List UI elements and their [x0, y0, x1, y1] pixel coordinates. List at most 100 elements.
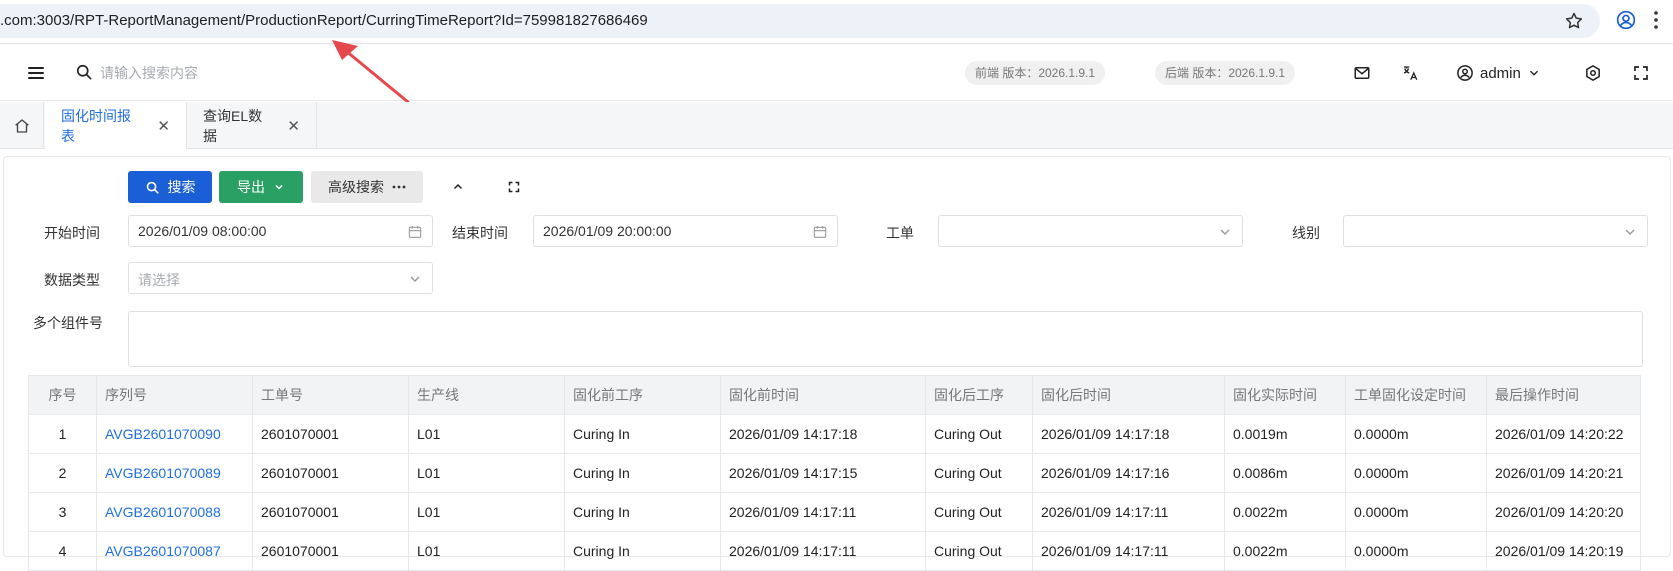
username: admin: [1480, 64, 1521, 82]
start-time-value: 2026/01/09 08:00:00: [138, 223, 267, 239]
fullscreen-icon[interactable]: [1629, 61, 1653, 85]
close-icon[interactable]: ✕: [157, 117, 170, 135]
chevron-down-icon: [275, 184, 283, 190]
table-cell: 2026/01/09 14:17:15: [720, 453, 926, 493]
table-cell: AVGB2601070090: [96, 414, 253, 454]
address-bar[interactable]: .com:3003/RPT-ReportManagement/Productio…: [0, 4, 1600, 38]
translate-icon[interactable]: [1398, 61, 1422, 85]
backend-version-badge: 后端 版本：2026.1.9.1: [1155, 61, 1296, 85]
table-row[interactable]: 2 AVGB2601070089 2601070001 L01 Curing I…: [28, 453, 1641, 493]
chevron-down-icon: [1529, 70, 1538, 76]
table-cell: 0.0022m: [1224, 492, 1346, 532]
column-header[interactable]: 固化实际时间: [1224, 375, 1346, 415]
advanced-search-button[interactable]: 高级搜索: [311, 171, 423, 203]
user-avatar-icon: [1457, 65, 1473, 81]
table-cell: 2026/01/09 14:17:11: [720, 492, 926, 532]
line-label: 线别: [1292, 225, 1320, 241]
tab-query-el-data[interactable]: 查询EL数据 ✕: [187, 102, 317, 149]
settings-icon[interactable]: [1581, 61, 1605, 85]
table-cell: 2601070001: [252, 531, 409, 571]
report-panel: 搜索 导出 高级搜索 开始时间 2026/01/09 08:00:00 结束时间…: [3, 156, 1671, 571]
tab-label: 固化时间报表: [61, 107, 131, 144]
data-type-label: 数据类型: [44, 272, 100, 288]
table-row[interactable]: 4 AVGB2601070087 2601070001 L01 Curing I…: [28, 531, 1641, 571]
table-cell: Curing Out: [925, 492, 1033, 532]
table-cell: 2026/01/09 14:17:16: [1032, 453, 1225, 493]
chevron-down-icon: [1220, 229, 1230, 235]
mail-icon[interactable]: [1350, 61, 1374, 85]
column-header[interactable]: 最后操作时间: [1486, 375, 1641, 415]
table-cell: Curing In: [564, 453, 721, 493]
table-cell: 2026/01/09 14:20:22: [1486, 414, 1641, 454]
work-order-label: 工单: [886, 225, 914, 241]
address-url[interactable]: .com:3003/RPT-ReportManagement/Productio…: [0, 12, 648, 29]
chevron-down-icon: [1625, 229, 1635, 235]
end-time-label: 结束时间: [452, 225, 508, 241]
data-type-placeholder: 请选择: [138, 272, 180, 288]
column-header[interactable]: 生产线: [408, 375, 565, 415]
data-type-select[interactable]: 请选择: [128, 262, 433, 294]
column-header[interactable]: 固化前工序: [564, 375, 721, 415]
table-cell: Curing In: [564, 492, 721, 532]
more-vertical-icon[interactable]: [1652, 10, 1660, 30]
line-select[interactable]: [1343, 215, 1648, 247]
table-cell: 4: [28, 531, 97, 571]
table-cell: 2601070001: [252, 414, 409, 454]
table-cell: 2601070001: [252, 492, 409, 532]
table-row[interactable]: 1 AVGB2601070090 2601070001 L01 Curing I…: [28, 414, 1641, 454]
serial-link[interactable]: AVGB2601070089: [105, 465, 221, 481]
tab-curing-time-report[interactable]: 固化时间报表 ✕: [45, 102, 187, 149]
end-time-picker[interactable]: 2026/01/09 20:00:00: [533, 215, 838, 247]
calendar-icon: [813, 226, 827, 238]
table-cell: 2026/01/09 14:17:11: [1032, 492, 1225, 532]
table-cell: 0.0019m: [1224, 414, 1346, 454]
table-cell: Curing In: [564, 531, 721, 571]
global-search-input[interactable]: [100, 61, 380, 85]
profile-icon[interactable]: [1616, 10, 1636, 30]
bookmark-star-icon[interactable]: [1564, 11, 1584, 31]
table-cell: 2026/01/09 14:20:20: [1486, 492, 1641, 532]
table-row[interactable]: 3 AVGB2601070088 2601070001 L01 Curing I…: [28, 492, 1641, 532]
collapse-icon[interactable]: [448, 177, 468, 197]
advanced-search-label: 高级搜索: [328, 179, 384, 195]
column-header[interactable]: 工单固化设定时间: [1345, 375, 1487, 415]
serial-link[interactable]: AVGB2601070090: [105, 426, 221, 442]
column-header[interactable]: 工单号: [252, 375, 409, 415]
calendar-icon: [408, 226, 422, 238]
table-cell: 0.0000m: [1345, 492, 1487, 532]
table-cell: L01: [408, 531, 565, 571]
browser-toolbar: .com:3003/RPT-ReportManagement/Productio…: [0, 0, 1673, 44]
search-button-label: 搜索: [167, 179, 196, 195]
table-cell: AVGB2601070087: [96, 531, 253, 571]
menu-icon[interactable]: [24, 61, 48, 85]
start-time-picker[interactable]: 2026/01/09 08:00:00: [128, 215, 433, 247]
table-cell: 0.0022m: [1224, 531, 1346, 571]
search-icon: [146, 181, 159, 194]
multi-component-textarea[interactable]: [128, 311, 1643, 367]
table-cell: 2026/01/09 14:20:19: [1486, 531, 1641, 571]
table-cell: AVGB2601070089: [96, 453, 253, 493]
column-header[interactable]: 序列号: [96, 375, 253, 415]
frontend-version-badge: 前端 版本：2026.1.9.1: [965, 61, 1106, 85]
table-cell: Curing Out: [925, 453, 1033, 493]
column-header[interactable]: 序号: [28, 375, 97, 415]
export-button[interactable]: 导出: [219, 171, 303, 203]
table-cell: 2026/01/09 14:17:18: [1032, 414, 1225, 454]
serial-link[interactable]: AVGB2601070088: [105, 504, 221, 520]
column-header[interactable]: 固化前时间: [720, 375, 926, 415]
end-time-value: 2026/01/09 20:00:00: [543, 223, 672, 239]
table-cell: 2026/01/09 14:17:11: [720, 531, 926, 571]
fullscreen-icon[interactable]: [504, 177, 524, 197]
work-order-select[interactable]: [938, 215, 1243, 247]
table-cell: 0.0000m: [1345, 453, 1487, 493]
user-menu[interactable]: admin: [1456, 61, 1541, 85]
close-icon[interactable]: ✕: [287, 117, 300, 135]
tab-home[interactable]: [0, 102, 44, 149]
table-cell: L01: [408, 453, 565, 493]
column-header[interactable]: 固化后工序: [925, 375, 1033, 415]
column-header[interactable]: 固化后时间: [1032, 375, 1225, 415]
more-horizontal-icon: [392, 185, 406, 189]
table-cell: L01: [408, 492, 565, 532]
search-button[interactable]: 搜索: [128, 171, 212, 203]
chevron-down-icon: [410, 276, 420, 282]
